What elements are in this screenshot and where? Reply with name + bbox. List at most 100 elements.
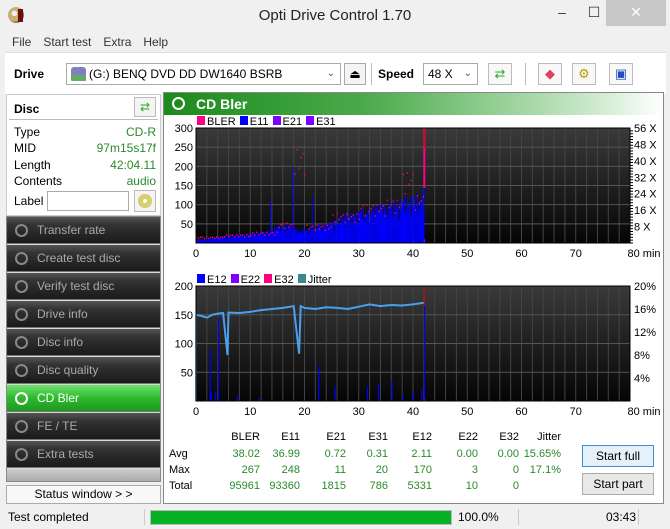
bar-mark xyxy=(409,196,411,243)
disc-value: audio xyxy=(126,174,156,188)
bar-mark xyxy=(214,392,217,401)
bar-mark xyxy=(368,222,370,243)
bar-mark xyxy=(237,237,239,243)
bar-mark xyxy=(305,231,307,243)
point-mark xyxy=(292,223,294,225)
bar-mark xyxy=(397,208,399,243)
bar-mark xyxy=(415,208,417,243)
speed-label: Speed xyxy=(378,67,415,81)
bar-mark xyxy=(301,231,303,243)
point-mark xyxy=(418,202,421,205)
stats-cell: 36.99 xyxy=(272,448,300,460)
status-window-button[interactable]: Status window > > xyxy=(6,485,161,504)
bar-mark xyxy=(332,220,334,243)
stats-cell: 93360 xyxy=(269,480,300,492)
bar-mark xyxy=(285,224,287,243)
minimize-button[interactable]: – xyxy=(545,0,579,26)
point-mark xyxy=(402,173,404,176)
y2-tick-label: 32 X xyxy=(634,172,657,184)
point-mark xyxy=(256,231,258,234)
nav-create-test-disc[interactable]: Create test disc xyxy=(7,245,160,272)
point-mark xyxy=(282,223,284,225)
settings-button[interactable]: ⚙ xyxy=(572,63,596,85)
nav-label: Drive info xyxy=(37,307,88,321)
point-mark xyxy=(222,236,224,239)
status-bar: Test completed 100.0% 03:43 xyxy=(0,507,670,529)
bar-mark xyxy=(391,203,393,243)
disc-key: MID xyxy=(14,141,36,155)
menu-extra[interactable]: Extra xyxy=(97,33,137,53)
menu-help[interactable]: Help xyxy=(137,33,174,53)
bar-mark xyxy=(243,234,245,243)
bar-mark xyxy=(265,232,267,243)
point-mark xyxy=(366,204,368,206)
bar-mark xyxy=(413,392,415,401)
disc-panel: Disc ⇄ Type CD-R MID 97m15s17f Length 42:04… xyxy=(6,94,161,216)
bar-mark xyxy=(209,349,211,401)
refresh-speed-button[interactable]: ⇄ xyxy=(488,63,512,85)
menu-start-test[interactable]: Start test xyxy=(37,33,97,53)
save-button[interactable]: ▣ xyxy=(609,63,633,85)
speed-select[interactable]: 48 X ⌄ xyxy=(423,63,478,85)
label-disc-button[interactable] xyxy=(134,190,156,212)
label-input[interactable] xyxy=(47,191,129,211)
nav-label: Create test disc xyxy=(37,251,121,265)
nav-label: FE / TE xyxy=(37,419,78,433)
point-mark xyxy=(220,236,222,239)
bar-mark xyxy=(229,236,231,243)
bar-mark xyxy=(373,216,375,243)
point-mark xyxy=(300,156,302,159)
nav-drive-info[interactable]: Drive info xyxy=(7,301,160,328)
panel-title: CD Bler xyxy=(196,96,248,112)
point-mark xyxy=(316,224,318,227)
bar-mark xyxy=(321,230,323,243)
bar-mark xyxy=(341,217,343,243)
point-mark xyxy=(242,234,244,236)
bar-mark xyxy=(400,200,402,243)
nav-cd-bler[interactable]: CD Bler xyxy=(7,385,160,412)
bar-mark xyxy=(361,210,363,243)
nav-disc-info[interactable]: Disc info xyxy=(7,329,160,356)
start-part-button[interactable]: Start part xyxy=(582,473,654,495)
nav-transfer-rate[interactable]: Transfer rate xyxy=(7,217,160,244)
stats-cell: 95961 xyxy=(229,480,260,492)
nav-extra-tests[interactable]: Extra tests xyxy=(7,441,160,468)
bar-mark xyxy=(233,237,235,243)
bar-mark xyxy=(404,195,406,243)
bar-mark xyxy=(317,228,319,243)
speed-select-value: 48 X xyxy=(428,67,453,81)
point-mark xyxy=(218,237,220,240)
drive-select[interactable]: (G:) BENQ DVD DD DW1640 BSRB ⌄ xyxy=(66,63,341,85)
start-full-button[interactable]: Start full xyxy=(582,445,654,467)
bar-mark xyxy=(295,228,297,243)
point-mark xyxy=(200,236,202,239)
nav-verify-test-disc[interactable]: Verify test disc xyxy=(7,273,160,300)
point-mark xyxy=(412,173,414,176)
elapsed-time: 03:43 xyxy=(606,510,637,524)
point-mark xyxy=(340,215,342,218)
close-button[interactable]: ✕ xyxy=(606,0,666,26)
eject-button[interactable]: ⏏ xyxy=(344,63,366,85)
bar-mark xyxy=(393,201,395,243)
bar-mark xyxy=(379,204,381,243)
bar-mark xyxy=(273,232,275,243)
nav-disc-quality[interactable]: Disc quality xyxy=(7,357,160,384)
point-mark xyxy=(330,226,332,228)
nav-fe-te[interactable]: FE / TE xyxy=(7,413,160,440)
bar-mark xyxy=(240,235,242,243)
point-mark xyxy=(408,183,410,185)
point-mark xyxy=(394,212,396,214)
menu-file[interactable]: File xyxy=(6,33,37,53)
point-mark xyxy=(270,232,272,234)
bar-mark xyxy=(421,189,423,243)
bar-mark xyxy=(377,210,379,243)
erase-button[interactable]: ◆ xyxy=(538,63,562,85)
bar-mark xyxy=(242,237,244,243)
stats-column-header: E21 xyxy=(326,431,346,443)
point-mark xyxy=(416,195,418,197)
main-panel: CD Bler BLER E11 E21 E31 50 100 150 200 250 3… xyxy=(163,92,664,504)
x-tick-label: 0 xyxy=(193,406,199,418)
disc-refresh-button[interactable]: ⇄ xyxy=(134,97,156,117)
bar-mark xyxy=(268,235,270,243)
toolbar-divider xyxy=(371,63,372,85)
